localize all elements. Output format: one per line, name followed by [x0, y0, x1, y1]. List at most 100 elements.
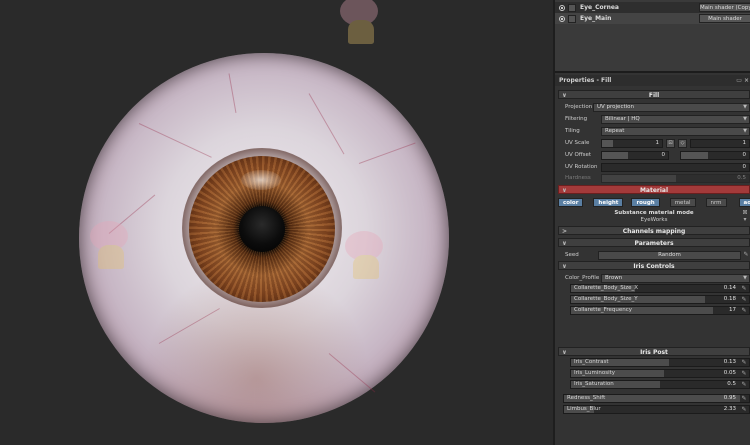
channel-nrm-toggle[interactable]: nrm: [705, 197, 727, 207]
param-value: 0.95: [723, 395, 736, 401]
uv-rotation-row: UV Rotation 0: [558, 162, 750, 172]
section-channels-mapping[interactable]: > Channels mapping: [558, 226, 750, 235]
tiling-value: Repeat: [605, 127, 625, 134]
pen-icon[interactable]: ✎: [740, 381, 748, 389]
section-iris-post[interactable]: ∨ Iris Post: [558, 347, 750, 356]
param-label: Redness_Shift: [567, 395, 606, 401]
pen-icon[interactable]: ✎: [740, 406, 748, 414]
uv-offset-x-field[interactable]: 0: [601, 150, 669, 160]
uv-scale-label: UV Scale: [565, 140, 590, 146]
param-slider[interactable]: Limbus_Blur 2.33 ✎: [563, 405, 750, 414]
section-parameters[interactable]: ∨ Parameters: [558, 238, 750, 247]
section-title: Channels mapping: [622, 228, 686, 235]
visibility-radio[interactable]: [559, 4, 565, 11]
layer-row-cornea[interactable]: Eye_Cornea Main shader (Copy): [555, 2, 750, 13]
uv-scale-row: UV Scale 1 ⊡ ◇ 1: [558, 138, 750, 148]
param-label: Iris_Contrast: [574, 359, 609, 365]
filtering-value: Bilinear | HQ: [605, 115, 640, 122]
hardness-label: Hardness: [565, 175, 591, 181]
pen-icon[interactable]: ✎: [740, 296, 748, 304]
uv-offset-label: UV Offset: [565, 152, 592, 158]
channel-toggles: color height rough metal nrm ao: [558, 197, 750, 207]
pen-icon[interactable]: ✎: [740, 370, 748, 378]
seed-value: Random: [658, 251, 681, 258]
param-slider[interactable]: Redness_Shift 0.95 ✎: [563, 394, 750, 403]
watermark-logo: [80, 215, 140, 275]
param-label: Collarette_Frequency: [574, 307, 633, 313]
watermark-logo: [330, 0, 390, 50]
panel-controls-icon[interactable]: ▭ ×: [736, 75, 749, 86]
chevron-down-icon: ▼: [743, 127, 747, 134]
channel-metal-toggle[interactable]: metal: [669, 197, 696, 207]
uv-scale-y-field[interactable]: 1: [690, 138, 750, 148]
channel-height-toggle[interactable]: height: [593, 197, 624, 207]
pupil: [239, 206, 285, 252]
uv-offset-row: UV Offset 0 0: [558, 150, 750, 160]
chevron-down-icon: ∨: [562, 92, 567, 99]
param-label: Collarette_Body_Size_Y: [574, 296, 638, 302]
hardness-field[interactable]: 0.5: [601, 173, 750, 183]
visibility-radio[interactable]: [559, 15, 565, 22]
projection-row: Projection UV projection ▼: [558, 102, 750, 112]
param-slider[interactable]: Iris_Saturation 0.5 ✎: [570, 380, 750, 389]
viewport-3d[interactable]: [0, 0, 553, 445]
pen-icon[interactable]: ✎: [740, 285, 748, 293]
uv-rotation-label: UV Rotation: [565, 164, 598, 170]
pen-icon[interactable]: ✎: [740, 395, 748, 403]
properties-title-text: Properties - Fill: [559, 77, 612, 84]
iris: [189, 156, 335, 302]
specular-highlight: [241, 170, 281, 190]
channel-ao-toggle[interactable]: ao: [738, 197, 750, 207]
param-slider[interactable]: Collarette_Body_Size_X 0.14 ✎: [570, 284, 750, 293]
projection-value: UV projection: [597, 103, 635, 110]
chevron-right-icon: >: [562, 228, 568, 235]
uv-rotation-field[interactable]: 0: [601, 162, 750, 172]
pen-icon[interactable]: ✎: [740, 359, 748, 367]
param-label: Collarette_Body_Size_X: [574, 285, 639, 291]
param-slider[interactable]: Iris_Luminosity 0.05 ✎: [570, 369, 750, 378]
filtering-dropdown[interactable]: Bilinear | HQ ▼: [601, 114, 750, 124]
right-panel: Eye_Cornea Main shader (Copy) Eye_Main M…: [553, 0, 750, 445]
lock-icon[interactable]: ⊡: [666, 138, 675, 148]
pen-icon[interactable]: ✎: [740, 307, 748, 315]
param-slider[interactable]: Collarette_Frequency 17 ✎: [570, 306, 750, 315]
param-slider[interactable]: Collarette_Body_Size_Y 0.18 ✎: [570, 295, 750, 304]
layer-thumbnail: [568, 3, 576, 12]
param-label: Iris_Saturation: [574, 381, 614, 387]
layer-row-main[interactable]: Eye_Main Main shader: [555, 13, 750, 24]
seed-random-button[interactable]: Random: [598, 250, 741, 260]
projection-label: Projection: [565, 104, 593, 110]
pen-icon[interactable]: ✎: [742, 251, 750, 259]
hardness-row: Hardness 0.5: [558, 173, 750, 183]
link-icon[interactable]: ◇: [678, 138, 687, 148]
shader-select[interactable]: Main shader: [699, 14, 750, 23]
watermark-logo: [335, 225, 395, 285]
section-fill[interactable]: ∨ Fill: [558, 90, 750, 99]
seed-row: Seed Random ✎: [558, 250, 750, 260]
color-profile-dropdown[interactable]: Brown ▼: [601, 273, 750, 283]
channel-color-toggle[interactable]: color: [558, 197, 584, 207]
section-material[interactable]: ∨ Material: [558, 185, 750, 194]
param-label: Limbus_Blur: [567, 406, 601, 412]
section-title: Material: [639, 187, 669, 194]
projection-dropdown[interactable]: UV projection ▼: [593, 102, 750, 112]
param-value: 0.05: [723, 370, 736, 376]
chevron-down-icon: ∨: [562, 263, 567, 270]
section-iris-controls[interactable]: ∨ Iris Controls: [558, 261, 750, 270]
section-title: Parameters: [634, 240, 674, 247]
uv-scale-x-field[interactable]: 1: [601, 138, 663, 148]
shader-select[interactable]: Main shader (Copy): [699, 3, 750, 12]
chevron-down-icon: ∨: [562, 187, 567, 194]
uv-offset-y-field[interactable]: 0: [680, 150, 750, 160]
seed-label: Seed: [565, 252, 579, 258]
chevron-down-icon: ∨: [562, 240, 567, 247]
section-title: Fill: [648, 92, 660, 99]
channel-rough-toggle[interactable]: rough: [631, 197, 660, 207]
tiling-label: Tiling: [565, 128, 580, 134]
tiling-dropdown[interactable]: Repeat ▼: [601, 126, 750, 136]
filtering-label: Filtering: [565, 116, 588, 122]
color-profile-label: Color_Profile: [565, 275, 600, 281]
param-slider[interactable]: Iris_Contrast 0.13 ✎: [570, 358, 750, 367]
chevron-down-icon[interactable]: ▾: [741, 216, 749, 224]
layer-stack: Eye_Cornea Main shader (Copy) Eye_Main M…: [555, 0, 750, 73]
